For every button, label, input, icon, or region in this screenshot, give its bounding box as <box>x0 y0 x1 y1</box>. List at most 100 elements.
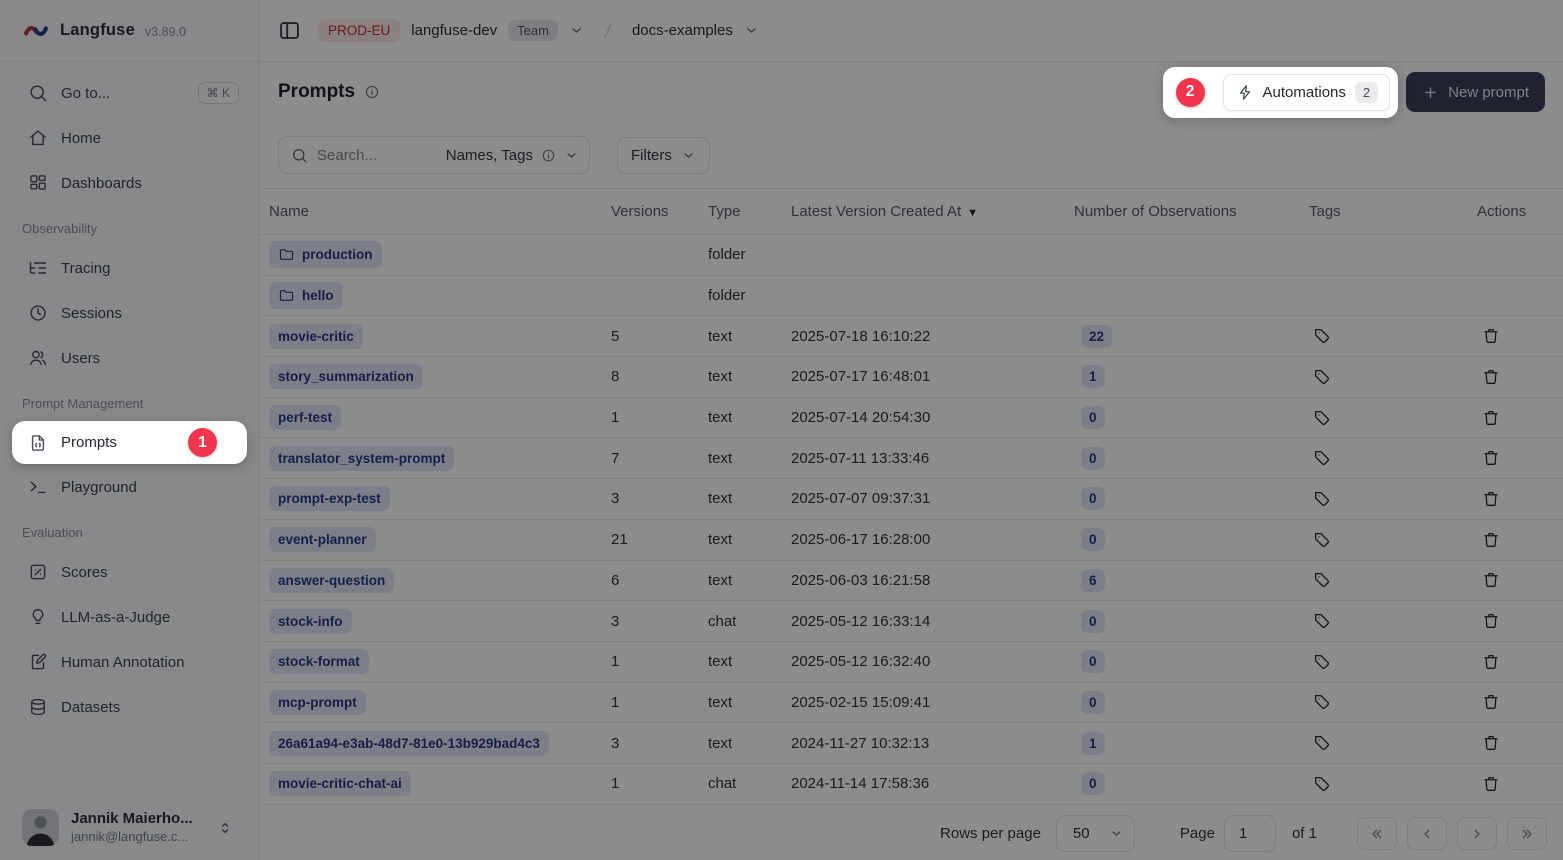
chevron-down-icon[interactable] <box>744 23 759 38</box>
table-row[interactable]: production folder <box>260 235 1563 276</box>
delete-prompt-button[interactable] <box>1478 323 1504 349</box>
sidebar-item-home[interactable]: Home <box>12 123 247 153</box>
tags-cell <box>1309 567 1477 593</box>
prompt-name-badge[interactable]: stock-info <box>269 609 352 634</box>
add-tag-button[interactable] <box>1309 323 1335 349</box>
users-icon <box>28 348 48 368</box>
prompt-name-badge[interactable]: event-planner <box>269 527 376 552</box>
delete-prompt-button[interactable] <box>1478 771 1504 797</box>
delete-prompt-button[interactable] <box>1478 730 1504 756</box>
table-row[interactable]: stock-info3chat2025-05-12 16:33:140 <box>260 601 1563 642</box>
sidebar-item-users[interactable]: Users <box>12 343 247 373</box>
next-page-button[interactable] <box>1457 817 1497 850</box>
breadcrumb-project[interactable]: docs-examples <box>632 22 733 39</box>
add-tag-button[interactable] <box>1309 689 1335 715</box>
prompt-name-badge[interactable]: prompt-exp-test <box>269 486 390 511</box>
prompt-name-badge[interactable]: mcp-prompt <box>269 690 366 715</box>
column-header-observations[interactable]: Number of Observations <box>1074 203 1309 220</box>
add-tag-button[interactable] <box>1309 405 1335 431</box>
table-row[interactable]: movie-critic5text2025-07-18 16:10:2222 <box>260 316 1563 357</box>
info-icon[interactable] <box>364 84 380 100</box>
delete-prompt-button[interactable] <box>1478 527 1504 553</box>
prompt-name-badge[interactable]: translator_system-prompt <box>269 446 454 471</box>
column-header-tags[interactable]: Tags <box>1309 203 1477 220</box>
filters-button[interactable]: Filters <box>617 137 710 174</box>
prompt-name-badge[interactable]: movie-critic-chat-ai <box>269 771 411 796</box>
sidebar-item-llm-as-a-judge[interactable]: LLM-as-a-Judge <box>12 602 247 632</box>
table-row[interactable]: translator_system-prompt7text2025-07-11 … <box>260 438 1563 479</box>
prompt-name-badge[interactable]: answer-question <box>269 568 394 593</box>
column-header-versions[interactable]: Versions <box>611 203 708 220</box>
column-header-name[interactable]: Name <box>260 203 611 220</box>
prompt-name-badge[interactable]: 26a61a94-e3ab-48d7-81e0-13b929bad4c3 <box>269 731 549 756</box>
add-tag-button[interactable] <box>1309 730 1335 756</box>
table-row[interactable]: prompt-exp-test3text2025-07-07 09:37:310 <box>260 479 1563 520</box>
goto-label: Go to... <box>61 85 110 102</box>
delete-prompt-button[interactable] <box>1478 649 1504 675</box>
previous-page-button[interactable] <box>1407 817 1447 850</box>
delete-prompt-button[interactable] <box>1478 567 1504 593</box>
type-cell: folder <box>708 246 791 263</box>
automations-button[interactable]: Automations 2 <box>1223 74 1391 111</box>
table-row[interactable]: hello folder <box>260 276 1563 317</box>
table-row[interactable]: 26a61a94-e3ab-48d7-81e0-13b929bad4c33tex… <box>260 723 1563 764</box>
sidebar-item-playground[interactable]: Playground <box>12 472 247 502</box>
column-header-type[interactable]: Type <box>708 203 791 220</box>
table-row[interactable]: movie-critic-chat-ai1chat2024-11-14 17:5… <box>260 764 1563 805</box>
first-page-button[interactable] <box>1357 817 1397 850</box>
prompt-name-badge[interactable]: perf-test <box>269 405 341 430</box>
delete-prompt-button[interactable] <box>1478 689 1504 715</box>
search-input[interactable] <box>317 147 437 164</box>
add-tag-button[interactable] <box>1309 649 1335 675</box>
sidebar-item-scores[interactable]: Scores <box>12 557 247 587</box>
delete-prompt-button[interactable] <box>1478 445 1504 471</box>
delete-prompt-button[interactable] <box>1478 608 1504 634</box>
folder-badge[interactable]: hello <box>269 282 343 309</box>
brand-name: Langfuse <box>60 21 135 40</box>
page-label: Page <box>1180 825 1215 842</box>
prompt-name-badge[interactable]: stock-format <box>269 649 369 674</box>
folder-badge[interactable]: production <box>269 241 382 268</box>
delete-prompt-button[interactable] <box>1478 486 1504 512</box>
table-row[interactable]: perf-test1text2025-07-14 20:54:300 <box>260 398 1563 439</box>
table-row[interactable]: event-planner21text2025-06-17 16:28:000 <box>260 520 1563 561</box>
created-at-cell: 2024-11-27 10:32:13 <box>791 735 1074 752</box>
observations-count-badge: 0 <box>1081 691 1105 714</box>
table-row[interactable]: stock-format1text2025-05-12 16:32:400 <box>260 642 1563 683</box>
add-tag-button[interactable] <box>1309 445 1335 471</box>
table-row[interactable]: answer-question6text2025-06-03 16:21:586 <box>260 561 1563 602</box>
delete-prompt-button[interactable] <box>1478 405 1504 431</box>
add-tag-button[interactable] <box>1309 486 1335 512</box>
type-cell: text <box>708 368 791 385</box>
add-tag-button[interactable] <box>1309 364 1335 390</box>
prompt-name-badge[interactable]: story_summarization <box>269 364 423 389</box>
add-tag-button[interactable] <box>1309 567 1335 593</box>
sidebar-item-tracing[interactable]: Tracing <box>12 253 247 283</box>
sidebar-item-sessions[interactable]: Sessions <box>12 298 247 328</box>
sidebar-item-human-annotation[interactable]: Human Annotation <box>12 647 247 677</box>
sidebar-toggle-icon[interactable] <box>278 19 301 42</box>
delete-prompt-button[interactable] <box>1478 364 1504 390</box>
last-page-button[interactable] <box>1507 817 1547 850</box>
sidebar-item-dashboards[interactable]: Dashboards <box>12 168 247 198</box>
type-cell: folder <box>708 287 791 304</box>
new-prompt-button[interactable]: New prompt <box>1406 72 1545 112</box>
table-row[interactable]: story_summarization8text2025-07-17 16:48… <box>260 357 1563 398</box>
add-tag-button[interactable] <box>1309 608 1335 634</box>
sidebar-item-prompts[interactable]: Prompts1 <box>12 421 247 464</box>
goto-search-button[interactable]: Go to... ⌘ K <box>12 78 247 108</box>
chevron-down-icon[interactable] <box>569 23 584 38</box>
trash-icon <box>1482 775 1500 793</box>
prompt-name-badge[interactable]: movie-critic <box>269 324 363 349</box>
rows-per-page-select[interactable]: 50 <box>1056 815 1135 852</box>
page-number-input[interactable] <box>1224 815 1276 852</box>
search-scope-dropdown[interactable]: Names, Tags <box>446 147 579 164</box>
observations-count-badge: 0 <box>1081 406 1105 429</box>
user-menu[interactable]: Jannik Maierho... jannik@langfuse.c... <box>12 797 247 860</box>
breadcrumb-org[interactable]: langfuse-dev <box>411 22 497 39</box>
column-header-created-at[interactable]: Latest Version Created At▼ <box>791 203 1074 220</box>
add-tag-button[interactable] <box>1309 771 1335 797</box>
table-row[interactable]: mcp-prompt1text2025-02-15 15:09:410 <box>260 683 1563 724</box>
add-tag-button[interactable] <box>1309 527 1335 553</box>
sidebar-item-datasets[interactable]: Datasets <box>12 692 247 722</box>
